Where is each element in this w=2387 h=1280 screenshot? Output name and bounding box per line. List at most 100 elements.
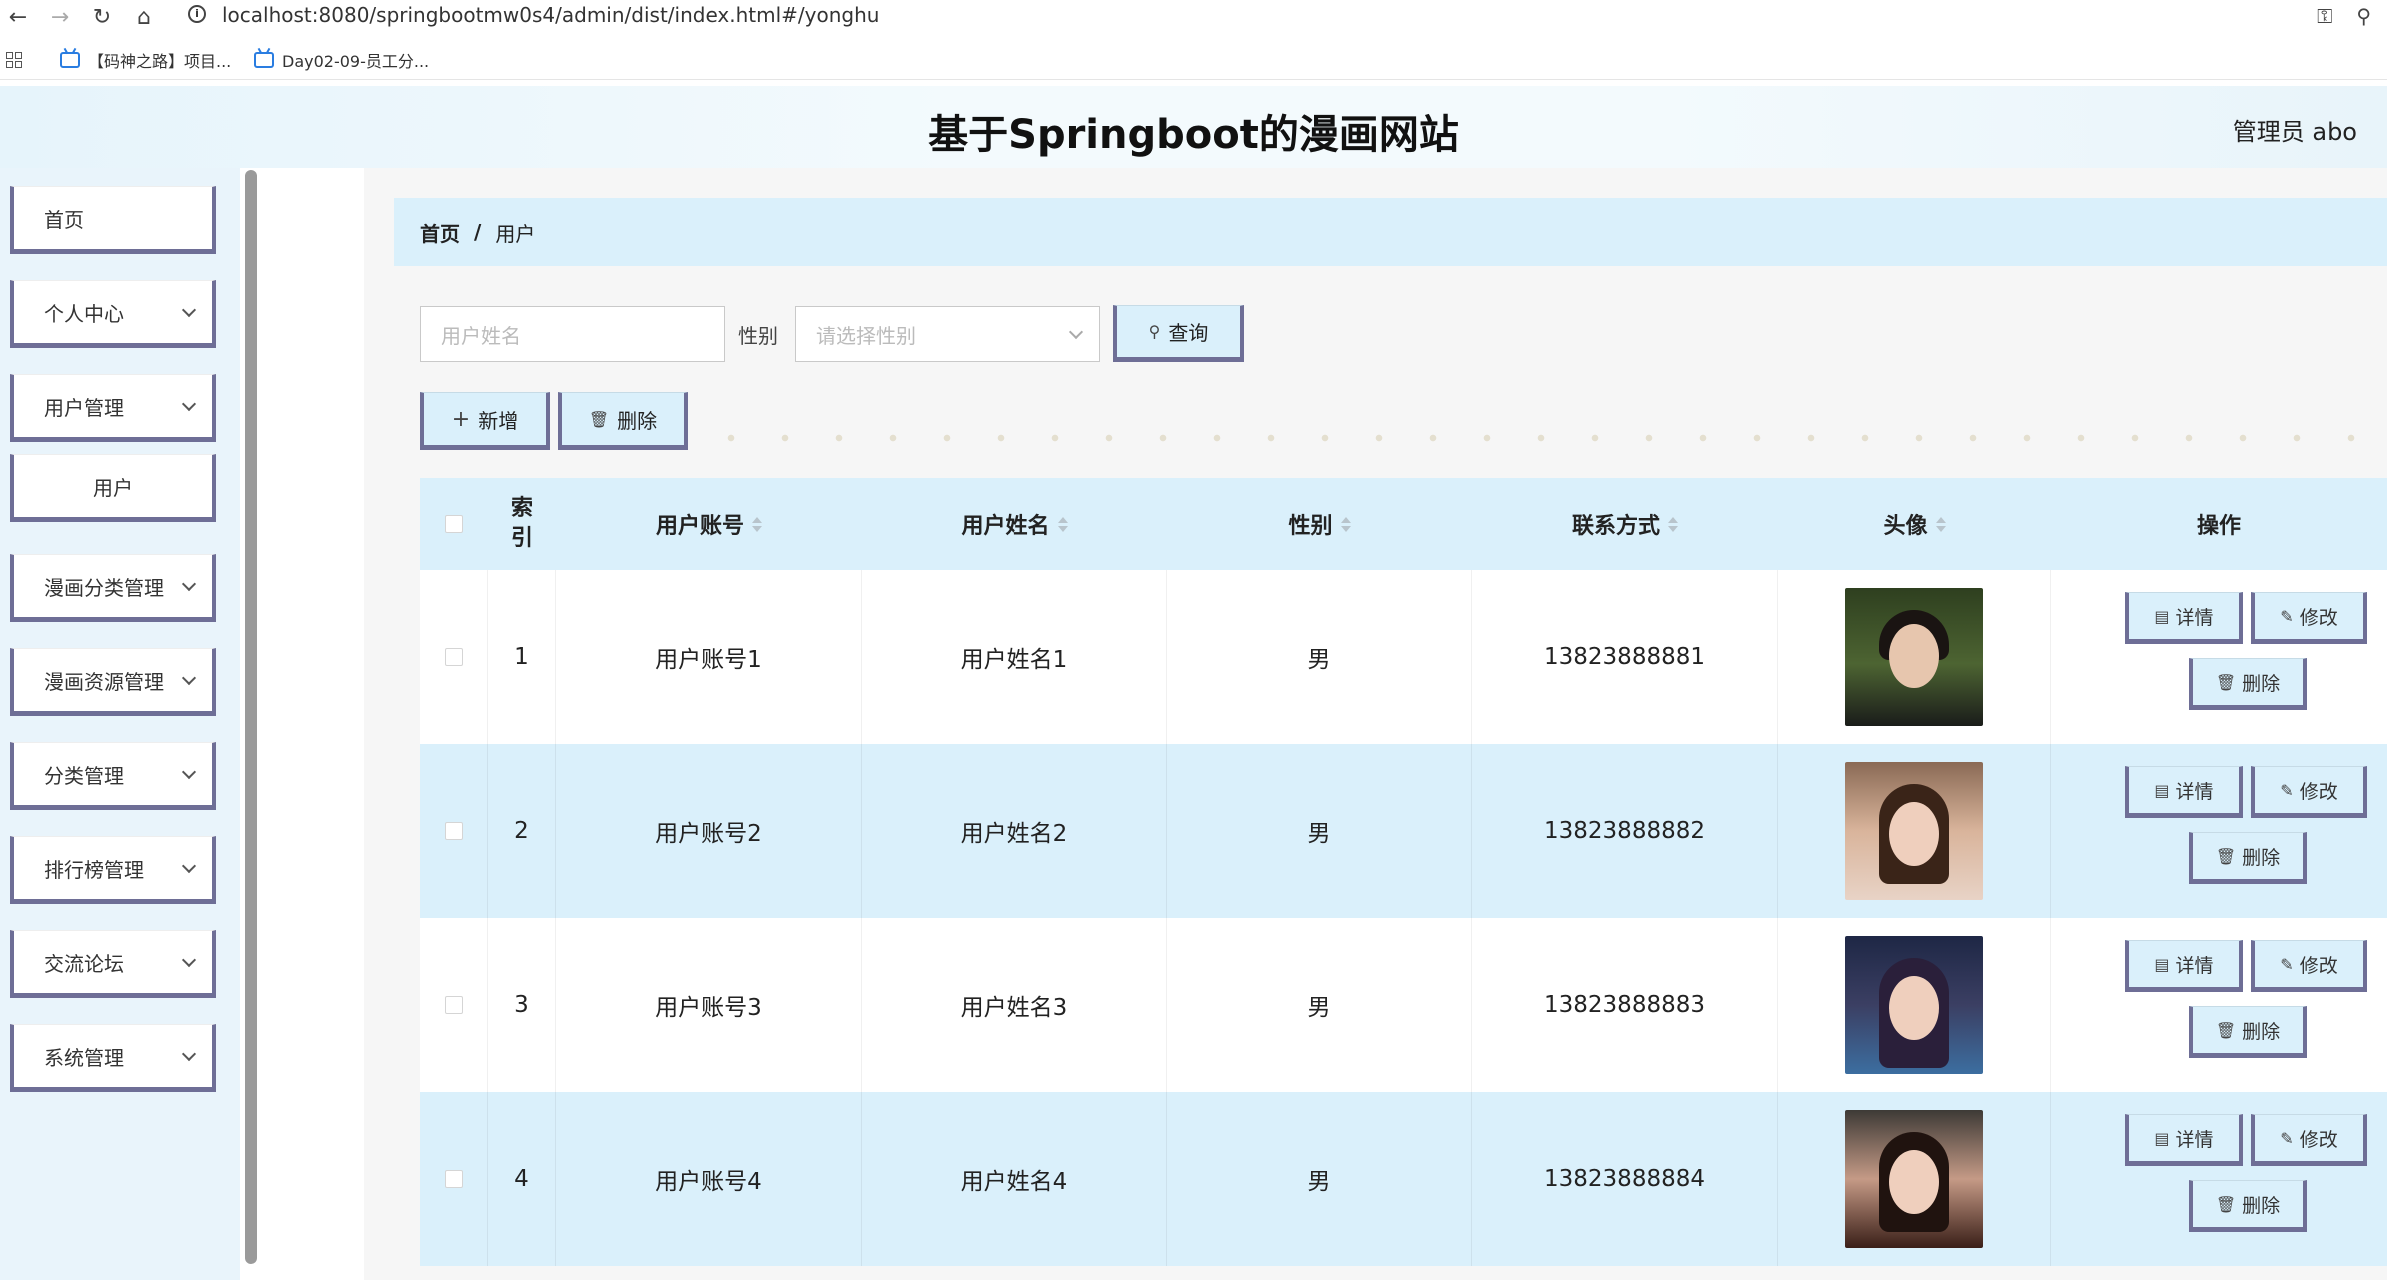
chevron-down-icon (181, 1046, 197, 1062)
gender-select[interactable]: 请选择性别 (795, 306, 1100, 362)
breadcrumb-home[interactable]: 首页 (420, 218, 460, 247)
row-account: 用户账号1 (556, 570, 862, 744)
chevron-down-icon (181, 952, 197, 968)
zoom-icon[interactable]: ⚲ (2356, 4, 2371, 28)
bookmark-item[interactable]: 【码神之路】项目... (60, 48, 231, 72)
site-info-icon[interactable]: i (188, 5, 206, 23)
bookmark-item[interactable]: Day02-09-员工分... (254, 48, 429, 72)
detail-button[interactable]: ▤ 详情 (2125, 940, 2243, 992)
sidebar-item-category-management[interactable]: 分类管理 (10, 742, 216, 810)
document-icon: ▤ (2154, 606, 2170, 626)
row-index: 4 (488, 1092, 556, 1266)
row-index: 1 (488, 570, 556, 744)
delete-button[interactable]: 🗑 删除 (2189, 658, 2307, 710)
sidebar-item-users[interactable]: 用户 (10, 454, 216, 522)
app-header: 基于Springboot的漫画网站 管理员 abo (0, 86, 2387, 168)
add-button[interactable]: + 新增 (420, 392, 550, 450)
bookmarks-bar: 【码神之路】项目... Day02-09-员工分... (0, 40, 2387, 80)
page-title: 基于Springboot的漫画网站 (928, 112, 1459, 158)
row-index: 2 (488, 744, 556, 918)
sidebar-item-home[interactable]: 首页 (10, 186, 216, 254)
edit-button[interactable]: ✎ 修改 (2251, 1114, 2367, 1166)
chevron-down-icon (1068, 324, 1084, 340)
row-checkbox[interactable] (444, 648, 463, 666)
sidebar-item-system-management[interactable]: 系统管理 (10, 1024, 216, 1092)
detail-button[interactable]: ▤ 详情 (2125, 1114, 2243, 1166)
header-avatar[interactable]: 头像 (1778, 478, 2051, 570)
sort-icon[interactable] (752, 515, 762, 533)
row-checkbox[interactable] (444, 996, 463, 1014)
home-icon[interactable]: ⌂ (130, 3, 158, 31)
chevron-down-icon (181, 764, 197, 780)
header-phone[interactable]: 联系方式 (1472, 478, 1778, 570)
batch-delete-button[interactable]: 🗑 删除 (558, 392, 688, 450)
detail-button[interactable]: ▤ 详情 (2125, 766, 2243, 818)
sidebar-scrollbar[interactable] (245, 170, 257, 1264)
sort-icon[interactable] (1935, 515, 1946, 533)
row-account: 用户账号2 (556, 744, 862, 918)
sidebar-item-user-management[interactable]: 用户管理 (10, 374, 216, 442)
table-header: 索引 用户账号 用户姓名 性别 联系方式 头像 操作 (420, 478, 2387, 570)
row-name: 用户姓名4 (862, 1092, 1167, 1266)
bilibili-icon (60, 52, 80, 68)
select-all-checkbox[interactable] (445, 515, 463, 533)
table-row: 3 用户账号3 用户姓名3 男 13823888883 ▤ 详情 ✎ 修改 🗑 删除 (420, 918, 2387, 1092)
address-bar[interactable]: localhost:8080/springbootmw0s4/admin/dis… (222, 3, 879, 27)
avatar (1845, 588, 1983, 726)
row-phone: 13823888884 (1472, 1092, 1778, 1266)
row-checkbox[interactable] (444, 822, 463, 840)
admin-user-label[interactable]: 管理员 abo (2233, 112, 2357, 147)
browser-toolbar: ← → ↻ ⌂ i localhost:8080/springbootmw0s4… (0, 0, 2387, 34)
sidebar-item-comic-resource-management[interactable]: 漫画资源管理 (10, 648, 216, 716)
delete-button[interactable]: 🗑 删除 (2189, 1006, 2307, 1058)
reload-icon[interactable]: ↻ (88, 3, 116, 31)
row-actions: ▤ 详情 ✎ 修改 🗑 删除 (2051, 918, 2387, 1092)
row-gender: 男 (1167, 744, 1472, 918)
sort-icon[interactable] (1340, 515, 1351, 533)
forward-icon[interactable]: → (46, 3, 74, 31)
avatar (1845, 762, 1983, 900)
sort-icon[interactable] (1668, 515, 1678, 533)
plus-icon: + (451, 406, 471, 432)
row-phone: 13823888882 (1472, 744, 1778, 918)
main-content: 首页 / 用户 用户姓名 性别 请选择性别 ⚲ 查询 + 新增 🗑 删除 索引 … (364, 168, 2387, 1280)
breadcrumb-current: 用户 (495, 221, 536, 246)
chevron-down-icon (181, 396, 197, 412)
search-icon: ⚲ (1148, 322, 1161, 341)
sidebar-item-personal-center[interactable]: 个人中心 (10, 280, 216, 348)
delete-button[interactable]: 🗑 删除 (2189, 1180, 2307, 1232)
row-phone: 13823888883 (1472, 918, 1778, 1092)
gender-label: 性别 (738, 324, 778, 348)
password-key-icon[interactable]: ⚿ (2317, 4, 2332, 28)
detail-button[interactable]: ▤ 详情 (2125, 592, 2243, 644)
avatar (1845, 1110, 1983, 1248)
chevron-down-icon (181, 302, 197, 318)
row-phone: 13823888881 (1472, 570, 1778, 744)
header-name[interactable]: 用户姓名 (862, 478, 1167, 570)
edit-button[interactable]: ✎ 修改 (2251, 592, 2367, 644)
row-actions: ▤ 详情 ✎ 修改 🗑 删除 (2051, 744, 2387, 918)
back-icon[interactable]: ← (4, 3, 32, 31)
edit-button[interactable]: ✎ 修改 (2251, 940, 2367, 992)
table-row: 4 用户账号4 用户姓名4 男 13823888884 ▤ 详情 ✎ 修改 🗑 删除 (420, 1092, 2387, 1266)
delete-button[interactable]: 🗑 删除 (2189, 832, 2307, 884)
sidebar-item-ranking-management[interactable]: 排行榜管理 (10, 836, 216, 904)
row-gender: 男 (1167, 918, 1472, 1092)
sort-icon[interactable] (1057, 515, 1068, 533)
decorative-dots (704, 434, 2387, 442)
header-gender[interactable]: 性别 (1167, 478, 1472, 570)
row-checkbox[interactable] (444, 1170, 463, 1188)
users-table: 索引 用户账号 用户姓名 性别 联系方式 头像 操作 1 用户账号1 用户姓名 1… (420, 478, 2387, 1266)
sidebar-item-forum[interactable]: 交流论坛 (10, 930, 216, 998)
header-account[interactable]: 用户账号 (556, 478, 862, 570)
sidebar-item-comic-category-management[interactable]: 漫画分类管理 (10, 554, 216, 622)
breadcrumb: 首页 / 用户 (394, 198, 2387, 266)
apps-icon[interactable] (6, 52, 22, 68)
document-icon: ▤ (2154, 780, 2170, 800)
header-ops: 操作 (2196, 514, 2241, 539)
chevron-down-icon (181, 858, 197, 874)
row-gender: 男 (1167, 570, 1472, 744)
user-name-search-input[interactable]: 用户姓名 (420, 306, 725, 362)
query-button[interactable]: ⚲ 查询 (1113, 305, 1244, 362)
edit-button[interactable]: ✎ 修改 (2251, 766, 2367, 818)
